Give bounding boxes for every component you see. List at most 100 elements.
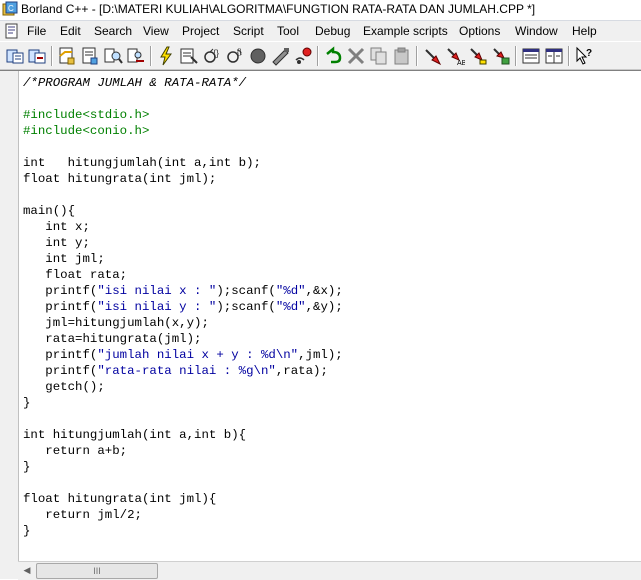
- code-line[interactable]: return jml/2;: [23, 507, 343, 523]
- code-line[interactable]: int y;: [23, 235, 343, 251]
- menu-edit[interactable]: Edit: [60, 24, 81, 38]
- string-literal: "isi nilai y : ": [97, 300, 217, 314]
- replace-icon[interactable]: [125, 45, 147, 67]
- run-to-icon[interactable]: [293, 45, 315, 67]
- paste-icon[interactable]: [391, 45, 413, 67]
- menu-window[interactable]: Window: [515, 24, 558, 38]
- menu-example-scripts[interactable]: Example scripts: [363, 24, 448, 38]
- menu-tool[interactable]: Tool: [277, 24, 299, 38]
- editor-gutter[interactable]: [0, 71, 19, 561]
- menu-script[interactable]: Script: [233, 24, 264, 38]
- watch-icon[interactable]: [467, 45, 489, 67]
- svg-text:C: C: [8, 4, 14, 13]
- code-token: rata=hitungrata(jml);: [23, 332, 202, 346]
- borland-app-icon[interactable]: C: [2, 1, 18, 17]
- code-token: int x;: [23, 220, 90, 234]
- string-literal: "jumlah nilai x + y : %d\n": [97, 348, 299, 362]
- code-line[interactable]: [23, 139, 343, 155]
- code-token: float hitungrata(int jml){: [23, 492, 217, 506]
- code-line[interactable]: [23, 91, 343, 107]
- svg-text:AB: AB: [457, 60, 465, 66]
- compile-icon[interactable]: {}: [201, 45, 223, 67]
- code-token: ,rata);: [275, 364, 328, 378]
- code-token: }: [23, 524, 31, 538]
- code-token: printf(: [23, 284, 98, 298]
- code-token: float rata;: [23, 268, 128, 282]
- string-literal: "%d": [275, 300, 306, 314]
- inspect-icon[interactable]: [421, 45, 443, 67]
- code-line[interactable]: jml=hitungjumlah(x,y);: [23, 315, 343, 331]
- code-line[interactable]: /*PROGRAM JUMLAH & RATA-RATA*/: [23, 75, 343, 91]
- code-line[interactable]: printf("isi nilai y : ");scanf("%d",&y);: [23, 299, 342, 315]
- document-system-menu-icon[interactable]: [4, 23, 20, 39]
- code-editor[interactable]: /*PROGRAM JUMLAH & RATA-RATA*/ #include<s…: [0, 70, 641, 561]
- code-token: int hitungjumlah(int a,int b);: [23, 156, 261, 170]
- source-code[interactable]: /*PROGRAM JUMLAH & RATA-RATA*/ #include<s…: [23, 75, 343, 539]
- code-line[interactable]: [23, 187, 343, 203]
- code-token: getch();: [23, 380, 105, 394]
- save-file-icon[interactable]: [79, 45, 101, 67]
- copy-icon[interactable]: [368, 45, 390, 67]
- message-icon[interactable]: [490, 45, 512, 67]
- open-file-icon[interactable]: [56, 45, 78, 67]
- code-line[interactable]: int x;: [23, 219, 343, 235]
- code-token: printf(: [23, 348, 98, 362]
- evaluate-icon[interactable]: AB: [444, 45, 466, 67]
- menu-project[interactable]: Project: [182, 24, 219, 38]
- code-line[interactable]: [23, 475, 343, 491]
- class-expert-icon[interactable]: [520, 45, 542, 67]
- menu-debug[interactable]: Debug: [315, 24, 350, 38]
- menu-options[interactable]: Options: [459, 24, 500, 38]
- toolbar: {} {} AB ?: [0, 42, 641, 70]
- code-line[interactable]: }: [23, 459, 343, 475]
- code-line[interactable]: float rata;: [23, 267, 343, 283]
- open-project-icon[interactable]: [4, 45, 26, 67]
- horizontal-scrollbar[interactable]: ◀ III: [18, 561, 641, 580]
- code-line[interactable]: #include<stdio.h>: [23, 107, 343, 123]
- code-line[interactable]: printf("isi nilai x : ");scanf("%d",&x);: [23, 283, 342, 299]
- stop-icon[interactable]: [270, 45, 292, 67]
- make-icon[interactable]: [155, 45, 177, 67]
- save-project-icon[interactable]: [26, 45, 48, 67]
- search-icon[interactable]: [102, 45, 124, 67]
- menu-help[interactable]: Help: [572, 24, 597, 38]
- menu-view[interactable]: View: [143, 24, 169, 38]
- scroll-corner: [0, 561, 18, 579]
- step-over-icon[interactable]: {}: [224, 45, 246, 67]
- code-line[interactable]: getch();: [23, 379, 343, 395]
- tile-icon[interactable]: [543, 45, 565, 67]
- cut-icon[interactable]: [345, 45, 367, 67]
- code-token: );scanf(: [216, 284, 276, 298]
- undo-icon[interactable]: [322, 45, 344, 67]
- code-line[interactable]: int jml;: [23, 251, 343, 267]
- title-bar: C Borland C++ - [D:\MATERI KULIAH\ALGORI…: [0, 0, 641, 21]
- scroll-thumb-grip: III: [93, 566, 101, 576]
- window-title: Borland C++ - [D:\MATERI KULIAH\ALGORITM…: [21, 2, 536, 16]
- code-line[interactable]: printf("jumlah nilai x + y : %d\n",jml);: [23, 347, 343, 363]
- scroll-thumb[interactable]: III: [36, 563, 158, 579]
- code-token: int jml;: [23, 252, 105, 266]
- code-token: printf(: [23, 364, 98, 378]
- code-line[interactable]: float hitungrata(int jml){: [23, 491, 343, 507]
- code-line[interactable]: printf("rata-rata nilai : %g\n",rata);: [23, 363, 343, 379]
- code-line[interactable]: int hitungjumlah(int a,int b){: [23, 427, 343, 443]
- code-line[interactable]: }: [23, 523, 343, 539]
- code-token: jml=hitungjumlah(x,y);: [23, 316, 209, 330]
- context-help-icon[interactable]: ?: [573, 45, 595, 67]
- code-token: int y;: [23, 236, 90, 250]
- code-token: return a+b;: [23, 444, 128, 458]
- code-line[interactable]: int hitungjumlah(int a,int b);: [23, 155, 343, 171]
- code-line[interactable]: rata=hitungrata(jml);: [23, 331, 343, 347]
- code-line[interactable]: #include<conio.h>: [23, 123, 343, 139]
- menu-file[interactable]: File: [27, 24, 46, 38]
- code-line[interactable]: return a+b;: [23, 443, 343, 459]
- code-line[interactable]: }: [23, 395, 343, 411]
- scroll-left-arrow-icon[interactable]: ◀: [20, 564, 34, 577]
- code-line[interactable]: float hitungrata(int jml);: [23, 171, 343, 187]
- string-literal: "%d": [275, 284, 306, 298]
- build-icon[interactable]: [178, 45, 200, 67]
- trace-into-icon[interactable]: [247, 45, 269, 67]
- code-line[interactable]: main(){: [23, 203, 343, 219]
- menu-search[interactable]: Search: [94, 24, 132, 38]
- code-line[interactable]: [23, 411, 343, 427]
